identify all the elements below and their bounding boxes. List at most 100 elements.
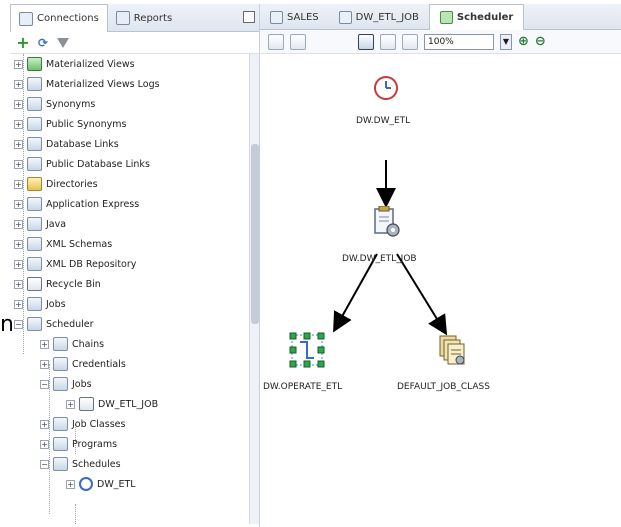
tree-item-xml-schemas[interactable]: + XML Schemas [14,234,112,254]
tree-item-java[interactable]: + Java [14,214,66,234]
expand-icon[interactable]: + [40,419,49,429]
tree-item-job-classes[interactable]: + Job Classes [40,414,125,434]
add-connection-icon[interactable]: + [16,34,30,50]
scrollbar-thumb[interactable] [251,144,259,324]
tree-item-application-express[interactable]: + Application Express [14,194,139,214]
tree-item-label: Recycle Bin [46,278,101,290]
expand-icon[interactable]: + [14,199,23,209]
tree-item-dw-etl-job[interactable]: + DW_ETL_JOB [66,394,158,414]
tree-item-dw-etl[interactable]: + DW_ETL [66,474,136,494]
reports-icon [115,11,130,25]
expand-icon[interactable]: + [14,299,23,309]
xml-schemas-icon [27,237,42,251]
expand-icon[interactable]: + [14,119,23,129]
save-image-icon[interactable] [358,33,374,50]
tree-item-credentials[interactable]: + Credentials [40,354,126,374]
expand-icon[interactable]: + [14,259,23,269]
credentials-icon [53,357,68,371]
tree-item-label: Jobs [46,298,66,310]
edit-icon[interactable] [290,33,306,50]
tree-item-materialized-views-logs[interactable]: + Materialized Views Logs [14,74,160,94]
tree-item-chains[interactable]: + Chains [40,334,104,354]
job-class-node[interactable] [438,334,468,369]
job-icon [338,10,352,24]
materialized-view-log-icon [27,77,42,91]
tree-item-programs[interactable]: + Programs [40,434,117,454]
schedule-node[interactable] [372,74,400,105]
job-node[interactable] [371,205,401,241]
tab-connections[interactable]: Connections [10,4,108,32]
expand-icon[interactable]: + [14,159,23,169]
refresh-diagram-icon[interactable] [402,33,418,50]
diagram-toolbar: 100% ▼ ⊕ ⊖ [260,30,621,54]
expand-icon[interactable]: + [14,179,23,189]
tree-item-label: XML DB Repository [46,258,137,270]
schedules-icon [53,457,68,471]
tree-item-label: Materialized Views Logs [46,78,160,90]
expand-icon[interactable]: + [14,219,23,229]
tree-item-scheduler[interactable]: − Scheduler [14,314,94,334]
collapse-icon[interactable]: − [14,319,23,329]
tree-item-label: Public Database Links [46,158,150,170]
expand-icon[interactable]: + [14,139,23,149]
job-class-node-label: DEFAULT_JOB_CLASS [397,382,490,392]
recycle-bin-icon [27,277,42,291]
expand-icon[interactable]: + [40,359,49,369]
tree-item-database-links[interactable]: + Database Links [14,134,119,154]
tab-scheduler[interactable]: Scheduler [428,4,525,30]
tree-item-recycle-bin[interactable]: + Recycle Bin [14,274,101,294]
expand-icon[interactable]: + [14,79,23,89]
zoom-in-icon[interactable]: ⊕ [518,34,529,49]
tree-item-public-synonyms[interactable]: + Public Synonyms [14,114,126,134]
chevron-down-icon[interactable]: ▼ [500,33,512,50]
tree-item-jobs[interactable]: + Jobs [14,294,66,314]
expand-icon[interactable]: + [40,339,49,349]
expand-icon[interactable]: + [14,59,23,69]
editor-tab-bar: SALES DW_ETL_JOB Scheduler [260,4,621,30]
program-node[interactable] [287,330,327,373]
filter-icon[interactable] [56,36,70,50]
tree-item-label: Public Synonyms [46,118,127,130]
expand-icon[interactable]: + [14,239,23,249]
refresh-icon[interactable]: ⟳ [36,36,50,50]
materialized-view-icon [27,57,42,71]
print-icon[interactable] [380,33,396,50]
tab-dw-etl-job[interactable]: DW_ETL_JOB [329,4,429,30]
tree-item-public-database-links[interactable]: + Public Database Links [14,154,150,174]
programs-icon [53,437,68,451]
tree-item-scheduler-jobs[interactable]: − Jobs [40,374,92,394]
tree-item-materialized-views[interactable]: + Materialized Views [14,54,135,74]
tree-item-schedules[interactable]: − Schedules [40,454,121,474]
zoom-input[interactable]: 100% [424,33,494,50]
collapse-icon[interactable]: − [40,379,49,389]
tree-item-label: Scheduler [46,318,94,330]
expand-icon[interactable]: + [14,99,23,109]
job-to-program-arrow [333,253,378,333]
tab-label: Connections [37,13,99,24]
job-classes-icon [53,417,68,431]
collapse-icon[interactable]: − [40,459,49,469]
scheduler-diagram: DW.DW_ETL DW.DW_ETL_JOB DW.OPERATE_ETL D… [260,54,621,527]
tree-scrollbar[interactable] [249,54,259,524]
tree-item-label: Synonyms [46,98,96,110]
tab-label: Scheduler [456,12,514,23]
expand-icon[interactable]: + [14,279,23,289]
layout-icon[interactable] [268,33,284,50]
tree-item-label: DW_ETL [97,478,136,490]
expand-icon[interactable]: + [40,439,49,449]
table-icon [270,10,283,24]
diagram-connectors [333,160,448,336]
minimize-icon[interactable] [243,11,255,23]
tree-item-directories[interactable]: + Directories [14,174,98,194]
tree-item-label: DW_ETL_JOB [98,398,159,410]
tree-item-synonyms[interactable]: + Synonyms [14,94,95,114]
expand-icon[interactable]: + [66,399,75,409]
tab-reports[interactable]: Reports [108,4,180,32]
tree-item-label: Directories [46,178,98,190]
tab-sales[interactable]: SALES [260,4,329,30]
tree-item-xml-db-repository[interactable]: + XML DB Repository [14,254,136,274]
expand-icon[interactable]: + [66,479,75,489]
public-synonyms-icon [27,117,42,131]
zoom-out-icon[interactable]: ⊖ [535,34,546,49]
job-class-icon [439,335,465,365]
